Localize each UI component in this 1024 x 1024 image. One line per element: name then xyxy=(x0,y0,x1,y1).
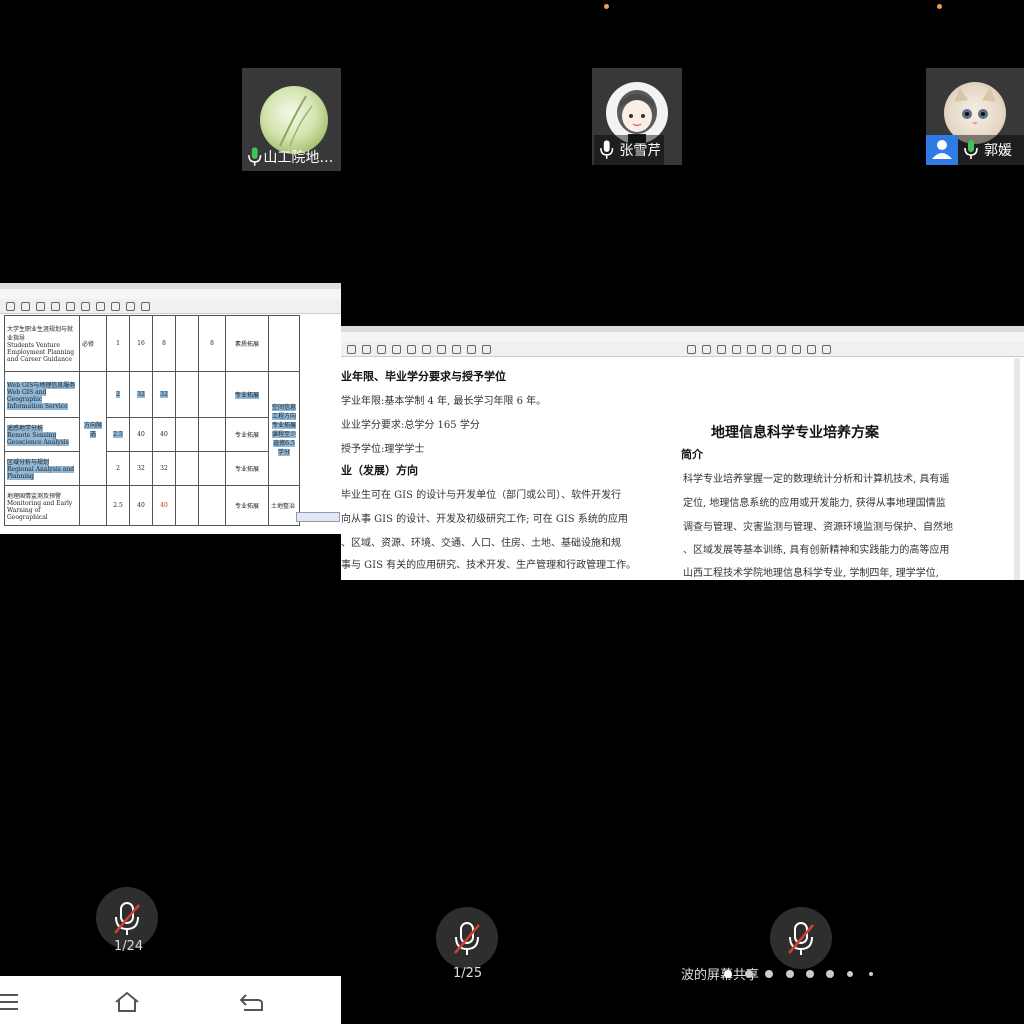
toolbar-icon xyxy=(792,344,801,354)
table-row: 遥感地学分析 Remote Sensing Geoscience Analysis… xyxy=(4,417,300,452)
mic-icon xyxy=(600,140,614,159)
toolbar-icon xyxy=(66,301,75,311)
toolbar-icon xyxy=(807,344,816,354)
hamburger-icon[interactable] xyxy=(0,992,24,1012)
participant-name-row: 山工院地… xyxy=(242,142,341,172)
doc-line: 、区域、资源、环境、交通、人口、住房、土地、基础设施和规 xyxy=(341,538,621,549)
pdf-toolbar xyxy=(0,299,341,314)
doc-line: 山西工程技术学院地理信息科学专业, 学制四年, 理学学位, xyxy=(683,568,939,579)
doc-line: 业业学分要求:总学分 165 学分 xyxy=(341,420,480,431)
toolbar-icon xyxy=(437,344,446,354)
toolbar-icon xyxy=(81,301,90,311)
page-dot[interactable] xyxy=(765,970,773,978)
doc-line: 毕业生可在 GIS 的设计与开发单位（部门或公司）、软件开发行 xyxy=(341,490,622,501)
course-table: 大学生职业生涯规划与就业指导 Students Venture Employmen… xyxy=(4,315,300,526)
person-icon xyxy=(932,140,952,159)
table-row: Web GIS与地理信息服务 Web GIS and Geographic Inf… xyxy=(4,371,300,486)
table-row: 大学生职业生涯规划与就业指导 Students Venture Employmen… xyxy=(4,315,300,372)
host-badge xyxy=(926,135,958,165)
mute-button[interactable] xyxy=(770,907,832,969)
table-row: 区域分析与规划 Regional Analysis and Planning 2 … xyxy=(4,451,300,486)
mic-muted-icon xyxy=(788,922,814,955)
doc-line: 、区域发展等基本训练, 具有创新精神和实践能力的高等应用 xyxy=(683,545,950,556)
status-dot xyxy=(937,4,942,9)
toolbar-icon xyxy=(362,344,371,354)
pdf-toolbar xyxy=(681,342,1024,357)
page-dot[interactable] xyxy=(869,972,873,976)
page-dot[interactable] xyxy=(745,970,753,978)
toolbar-icon xyxy=(111,301,120,311)
toolbar-icon xyxy=(687,344,696,354)
toolbar-icon xyxy=(96,301,105,311)
participant-tile-2[interactable]: 张雪芹 xyxy=(592,68,682,165)
page-dot[interactable] xyxy=(724,970,732,978)
section-heading: 简介 xyxy=(681,449,703,461)
toolbar-icon xyxy=(51,301,60,311)
participant-tile-1[interactable]: 山工院地… xyxy=(242,68,341,171)
window-toolbar-top xyxy=(341,332,681,342)
page-indicator: 1/25 xyxy=(453,966,483,981)
section-heading: 业（发展）方向 xyxy=(341,465,418,477)
home-icon[interactable] xyxy=(113,990,141,1014)
document-title: 地理信息科学专业培养方案 xyxy=(711,424,879,440)
page-dot[interactable] xyxy=(806,970,814,978)
shared-screen-left[interactable]: 大学生职业生涯规划与就业指导 Students Venture Employmen… xyxy=(0,283,341,534)
toolbar-icon xyxy=(422,344,431,354)
participant-name: 郭媛 xyxy=(984,143,1012,159)
page-dot[interactable] xyxy=(847,971,853,977)
toolbar-icon xyxy=(717,344,726,354)
shared-screen-middle[interactable]: 业年限、毕业学分要求与授予学位 学业年限:基本学制 4 年, 最长学习年限 6 … xyxy=(341,326,681,580)
participant-name: 山工院地… xyxy=(263,150,334,166)
doc-line: 学业年限:基本学制 4 年, 最长学习年限 6 年。 xyxy=(341,396,547,407)
toolbar-icon xyxy=(347,344,356,354)
participant-name-row: 郭媛 xyxy=(958,135,1024,165)
toolbar-icon xyxy=(732,344,741,354)
toolbar-icon xyxy=(21,301,30,311)
participant-tile-3[interactable]: 郭媛 xyxy=(926,68,1024,165)
section-heading: 业年限、毕业学分要求与授予学位 xyxy=(341,371,506,383)
status-dot xyxy=(604,4,609,9)
toolbar-icon xyxy=(36,301,45,311)
doc-line: 授予学位:理学学士 xyxy=(341,444,425,455)
toolbar-icon xyxy=(6,301,15,311)
table-row: 地理国情监测及预警 Monitoring and Early Warning of… xyxy=(4,485,300,526)
toolbar-icon xyxy=(777,344,786,354)
participant-name: 张雪芹 xyxy=(619,143,660,159)
toolbar-icon xyxy=(377,344,386,354)
toolbar-icon xyxy=(392,344,401,354)
mute-button[interactable] xyxy=(436,907,498,969)
toolbar-icon xyxy=(762,344,771,354)
window-toolbar-top xyxy=(681,332,1024,342)
participant-name-row: 张雪芹 xyxy=(594,135,664,165)
mic-active-icon xyxy=(964,140,978,159)
mic-muted-icon xyxy=(454,922,480,955)
toolbar-icon xyxy=(747,344,756,354)
doc-line: 事与 GIS 有关的应用研究、技术开发、生产管理和行政管理工作。 xyxy=(341,560,637,571)
page-dot[interactable] xyxy=(826,970,834,978)
doc-line: 定位, 地理信息系统的应用或开发能力, 获得从事地理国情监 xyxy=(683,498,946,509)
toolbar-icon xyxy=(407,344,416,354)
back-icon[interactable] xyxy=(238,990,266,1014)
ime-toolbar xyxy=(296,512,340,522)
shared-screen-right[interactable]: 地理信息科学专业培养方案 简介 科学专业培养掌握一定的数理统计分析和计算机技术,… xyxy=(681,326,1024,580)
page-indicator: 1/24 xyxy=(114,939,144,954)
mic-active-icon xyxy=(248,147,262,166)
page-dot[interactable] xyxy=(786,970,794,978)
toolbar-icon xyxy=(126,301,135,311)
toolbar-icon xyxy=(467,344,476,354)
doc-line: 调查与管理、灾害监测与管理、资源环境监测与保护、自然地 xyxy=(683,522,953,533)
window-toolbar-top xyxy=(0,289,341,299)
toolbar-icon xyxy=(452,344,461,354)
scrollbar[interactable] xyxy=(1014,358,1020,580)
toolbar-icon xyxy=(822,344,831,354)
doc-line: 向从事 GIS 的设计、开发及初级研究工作; 可在 GIS 系统的应用 xyxy=(341,514,628,525)
toolbar-icon xyxy=(141,301,150,311)
toolbar-icon xyxy=(702,344,711,354)
pdf-toolbar xyxy=(341,342,681,357)
system-nav-bar xyxy=(0,976,341,1024)
doc-line: 科学专业培养掌握一定的数理统计分析和计算机技术, 具有遥 xyxy=(683,474,950,485)
toolbar-icon xyxy=(482,344,491,354)
